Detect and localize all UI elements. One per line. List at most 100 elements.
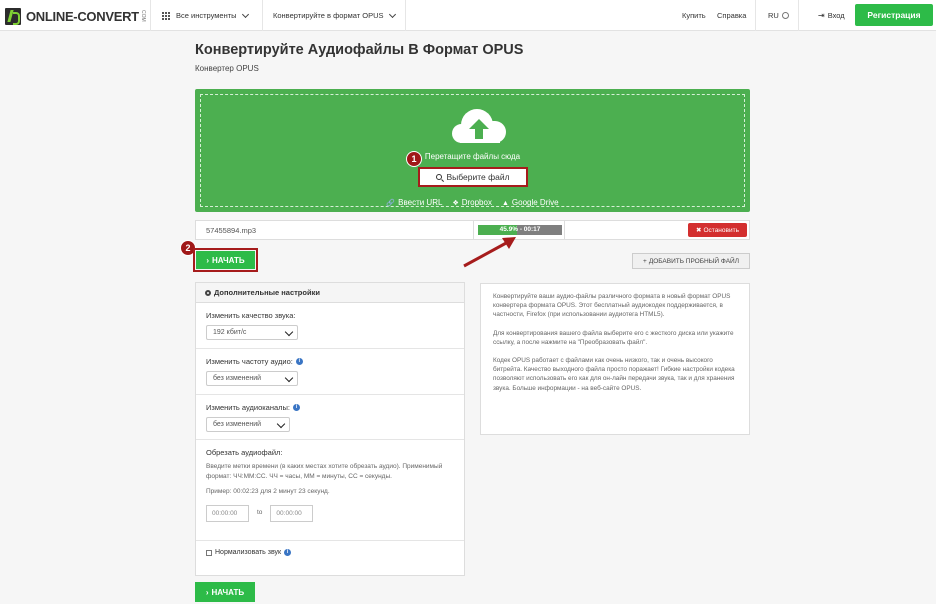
channels-label: Изменить аудиоканалы:	[206, 403, 291, 412]
info-paragraph-1: Конвертируйте ваши аудио-файлы различног…	[493, 293, 731, 319]
settings-header: Дополнительные настройки	[196, 283, 464, 303]
file-name: 57455894.mp3	[206, 226, 257, 235]
settings-title: Дополнительные настройки	[214, 288, 320, 297]
link-icon: 🔗	[386, 200, 396, 207]
dropzone-border: Перетащите файлы сюда Выберите файл 🔗 Вве…	[200, 94, 745, 207]
frequency-label-row: Изменить частоту аудио: i	[206, 357, 454, 366]
trim-to-label: to	[257, 509, 263, 517]
convert-opus-menu[interactable]: Конвертируйте в формат OPUS	[273, 0, 396, 31]
upload-dropzone[interactable]: Перетащите файлы сюда Выберите файл 🔗 Вве…	[195, 89, 750, 212]
gear-icon	[205, 289, 211, 296]
login-label: Вход	[827, 11, 845, 20]
trim-inputs: 00:00:00 to 00:00:00	[206, 504, 454, 522]
start-label-bottom: НАЧАТЬ	[211, 587, 245, 597]
info-icon[interactable]: i	[295, 358, 303, 365]
plus-icon: +	[643, 257, 647, 265]
sign-in-icon: ⇥	[818, 11, 825, 20]
channels-value: без изменений	[213, 421, 262, 428]
enter-url-label: Ввести URL	[398, 198, 443, 207]
nav-divider	[798, 0, 799, 31]
site-logo[interactable]: ONLINE-CONVERT COM	[5, 7, 146, 25]
page-subtitle: Конвертер OPUS	[195, 64, 259, 73]
info-panel: Конвертируйте ваши аудио-файлы различног…	[480, 283, 750, 435]
dropbox-link[interactable]: ❖ Dropbox	[452, 198, 492, 207]
all-tools-menu[interactable]: Все инструменты	[162, 0, 249, 31]
normalize-row: Нормализовать звук i	[196, 541, 464, 564]
start-button-bottom[interactable]: › НАЧАТЬ	[195, 582, 255, 602]
normalize-checkbox[interactable]	[206, 549, 212, 556]
grid-icon	[162, 11, 170, 20]
all-tools-label: Все инструменты	[176, 11, 237, 20]
cloud-upload-icon	[452, 109, 506, 143]
info-icon[interactable]: i	[293, 404, 301, 411]
page-title: Конвертируйте Аудиофайлы В Формат OPUS	[195, 42, 524, 58]
chevron-down-icon	[241, 10, 249, 18]
top-navbar: ONLINE-CONVERT COM Все инструменты Конве…	[0, 0, 936, 31]
normalize-label: Нормализовать звук	[215, 549, 282, 556]
chevron-down-icon	[388, 10, 396, 18]
quality-label: Изменить качество звука:	[206, 311, 296, 320]
start-label: НАЧАТЬ	[212, 255, 245, 265]
choose-file-button[interactable]: Выберите файл	[418, 167, 528, 187]
nav-divider	[755, 0, 756, 31]
language-label: RU	[768, 11, 779, 20]
step-badge-1: 1	[406, 151, 422, 167]
frequency-section: Изменить частоту аудио: i без изменений	[196, 349, 464, 395]
dropbox-icon: ❖	[452, 200, 459, 207]
convert-opus-label: Конвертируйте в формат OPUS	[273, 11, 384, 20]
upload-sources: 🔗 Ввести URL ❖ Dropbox ▲ Google Drive	[201, 198, 744, 207]
chevron-down-icon	[276, 419, 286, 429]
logo-com-text: COM	[139, 10, 146, 22]
google-drive-icon: ▲	[501, 200, 509, 207]
frequency-select[interactable]: без изменений	[206, 371, 298, 386]
google-drive-link[interactable]: ▲ Google Drive	[502, 198, 559, 207]
trim-to-input[interactable]: 00:00:00	[270, 504, 314, 522]
search-icon	[436, 174, 443, 180]
chevron-right-icon: ›	[206, 255, 210, 265]
close-icon: ✖	[696, 227, 702, 234]
quality-value: 192 кбит/с	[213, 329, 247, 336]
stop-label: Остановить	[703, 226, 739, 234]
channels-section: Изменить аудиоканалы: i без изменений	[196, 395, 464, 440]
quality-select[interactable]: 192 кбит/с	[206, 325, 298, 340]
add-sample-label: ДОБАВИТЬ ПРОБНЫЙ ФАЙЛ	[648, 257, 739, 265]
add-sample-file-button[interactable]: + ДОБАВИТЬ ПРОБНЫЙ ФАЙЛ	[632, 253, 750, 269]
chevron-right-icon: ›	[205, 587, 209, 597]
chevron-down-icon	[284, 373, 294, 383]
channels-select[interactable]: без изменений	[206, 417, 290, 432]
channels-label-row: Изменить аудиоканалы: i	[206, 403, 454, 412]
start-button[interactable]: › НАЧАТЬ	[196, 251, 255, 269]
drop-files-text: Перетащите файлы сюда	[424, 152, 521, 161]
login-link[interactable]: ⇥ Вход	[818, 0, 845, 31]
dropbox-label: Dropbox	[461, 198, 492, 207]
red-arrow-annotation	[463, 237, 516, 268]
info-paragraph-3: Кодек OPUS работает с файлами как очень …	[493, 357, 735, 392]
choose-file-label: Выберите файл	[446, 172, 510, 182]
chevron-down-icon	[284, 327, 294, 337]
info-paragraph-2: Для конвертирования вашего файла выберит…	[493, 329, 734, 346]
trim-label: Обрезать аудиофайл:	[206, 448, 283, 457]
logo-icon	[5, 7, 21, 25]
trim-from-input[interactable]: 00:00:00	[206, 504, 249, 522]
nav-divider	[405, 0, 406, 31]
help-link[interactable]: Справка	[717, 0, 746, 31]
frequency-label: Изменить частоту аудио:	[206, 357, 293, 366]
start-button-highlight: › НАЧАТЬ	[193, 248, 258, 272]
language-selector[interactable]: RU	[768, 0, 789, 31]
trim-help-text: Введите метки времени (в каких местах хо…	[206, 463, 443, 480]
google-drive-label: Google Drive	[511, 198, 559, 207]
optional-settings-panel: Дополнительные настройки Изменить качест…	[195, 282, 465, 576]
nav-divider	[262, 0, 263, 31]
register-button[interactable]: Регистрация	[855, 4, 933, 26]
enter-url-link[interactable]: 🔗 Ввести URL	[386, 198, 442, 207]
nav-divider	[150, 0, 151, 31]
trim-section: Обрезать аудиофайл: Введите метки времен…	[196, 440, 464, 541]
stop-button[interactable]: ✖ Остановить	[688, 223, 747, 237]
logo-text: ONLINE-CONVERT	[26, 8, 139, 24]
frequency-value: без изменений	[213, 375, 262, 382]
quality-section: Изменить качество звука: 192 кбит/с	[196, 303, 464, 349]
buy-link[interactable]: Купить	[682, 0, 706, 31]
info-icon[interactable]: i	[284, 549, 292, 556]
globe-icon	[781, 12, 789, 19]
trim-example-text: Пример: 00:02:23 для 2 минут 23 секунд.	[206, 488, 330, 495]
